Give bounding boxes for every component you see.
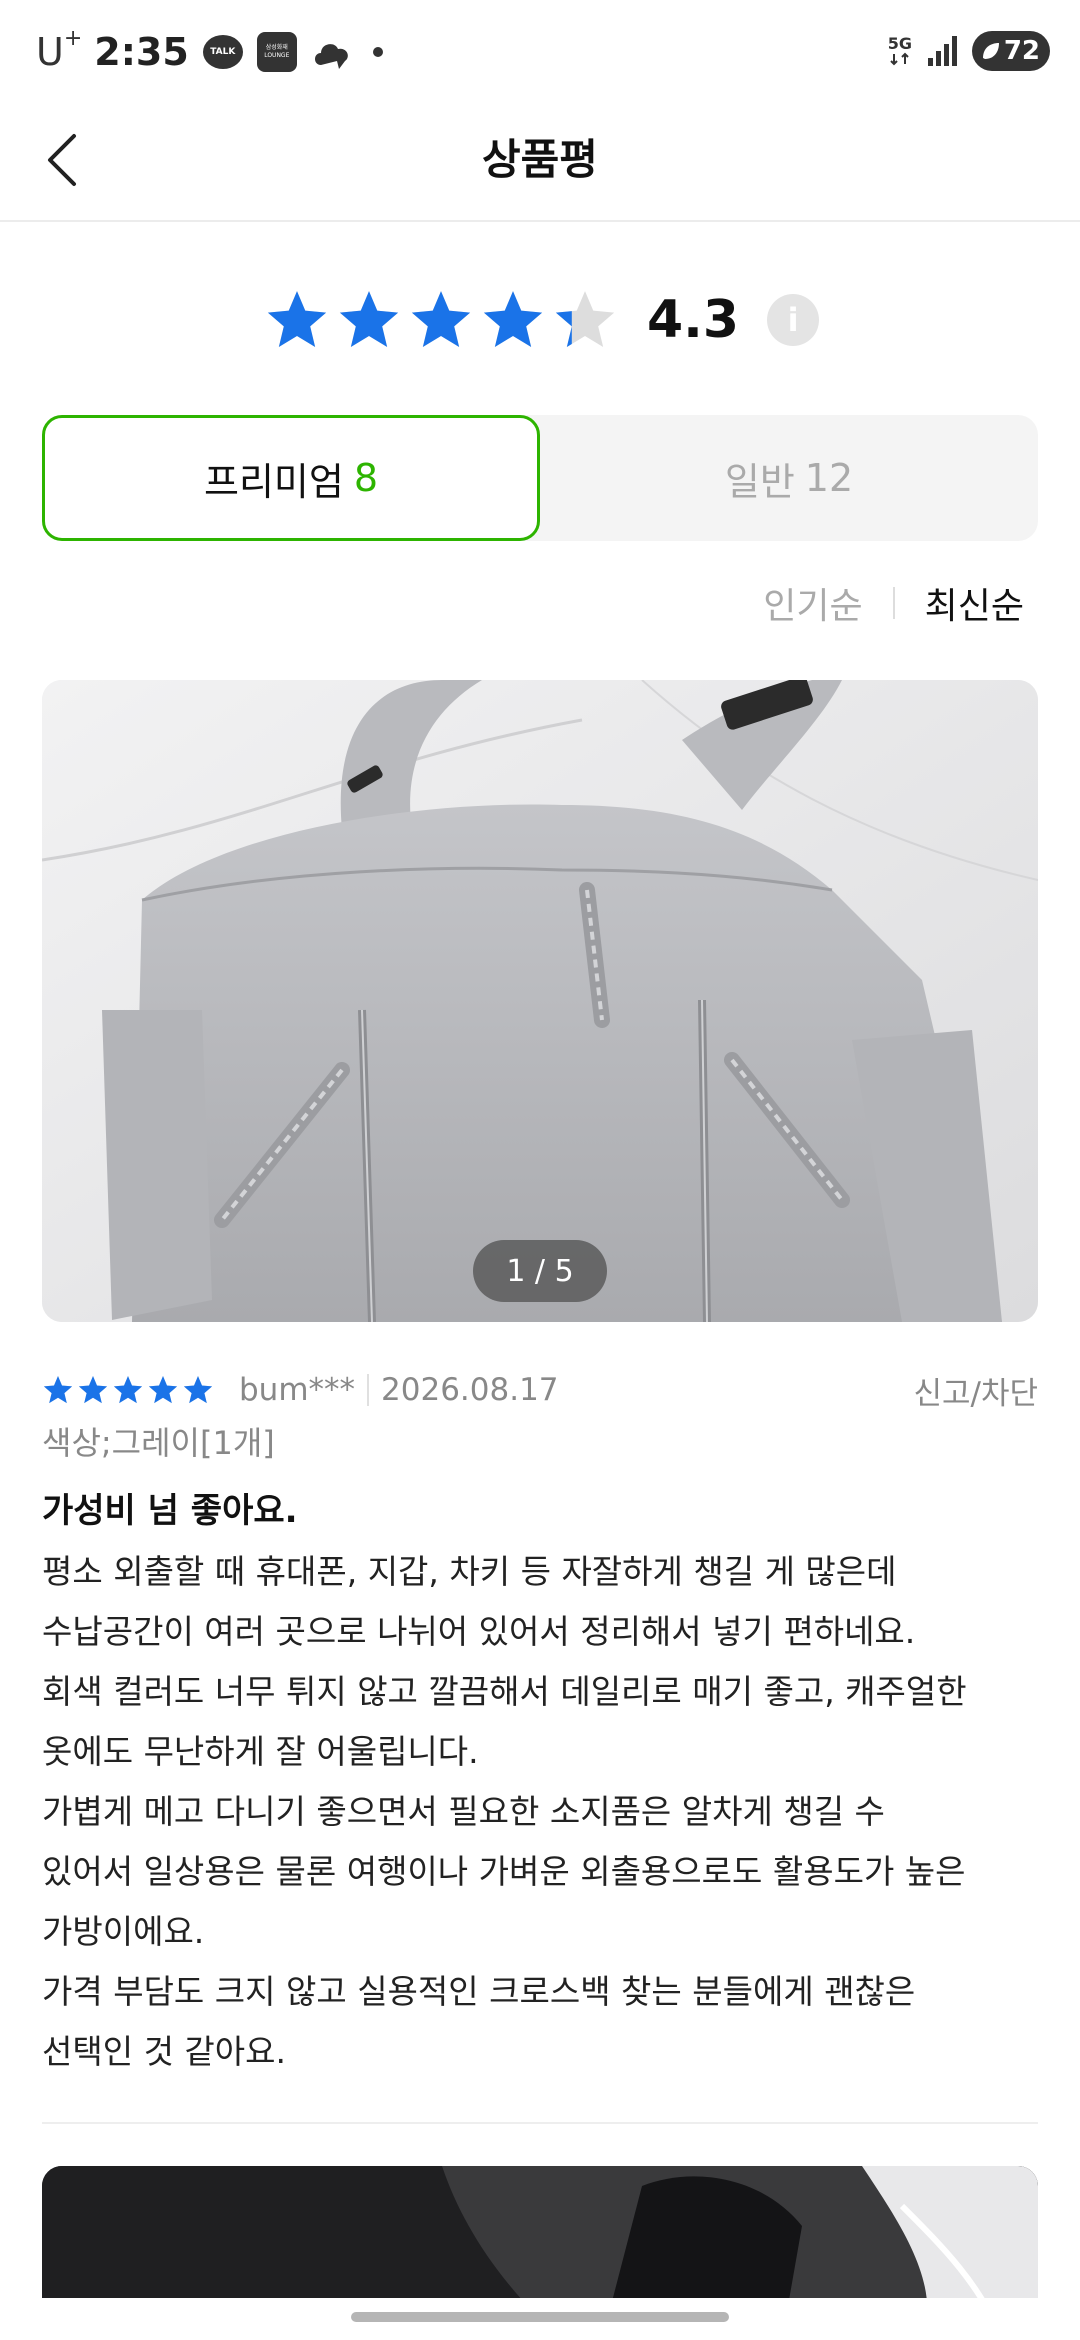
notification-dot-icon: [372, 47, 383, 57]
review-separator: [42, 2122, 1038, 2124]
reviewer-name: bum***: [239, 1372, 356, 1408]
review-body-line: 회색 컬러도 너무 튀지 않고 깔끔해서 데일리로 매기 좋고, 캐주얼한: [42, 1672, 967, 1711]
tab-general[interactable]: 일반 12: [540, 415, 1038, 541]
lounge-app-icon: 삼성화재 LOUNGE: [256, 32, 297, 72]
review-body-line: 평소 외출할 때 휴대폰, 지갑, 차키 등 자잘하게 챙길 게 많은데: [42, 1552, 897, 1591]
info-icon[interactable]: i: [767, 294, 820, 346]
sort-latest-button[interactable]: 최신순: [925, 577, 1024, 629]
status-bar: U+ 2:35 TALK 삼성화재 LOUNGE 5G 72: [0, 0, 1080, 100]
product-option: 색상;그레이[1개]: [42, 1424, 275, 1462]
tab-premium-label: 프리미엄: [203, 459, 344, 504]
battery-indicator: 72: [972, 31, 1050, 71]
network-5g-icon: 5G: [888, 36, 912, 66]
review-star-icon: [148, 1376, 178, 1404]
review-star-icon: [113, 1376, 143, 1404]
review-body-line: 가볍게 메고 다니기 좋으면서 필요한 소지품은 알차게 챙길 수: [42, 1792, 885, 1831]
page-title: 상품평: [482, 135, 598, 184]
header: 상품평: [0, 100, 1080, 222]
rating-star-icon: [555, 291, 615, 347]
review-title: 가성비 넘 좋아요.: [42, 1491, 298, 1531]
sort-options: 인기순 최신순: [763, 575, 1024, 631]
review-star-icon: [183, 1376, 213, 1404]
tab-premium[interactable]: 프리미엄 8: [42, 415, 540, 541]
review-body-line: 있어서 일상용은 물론 여행이나 가벼운 외출용으로도 활용도가 높은: [42, 1852, 966, 1891]
rating-star-icon: [267, 291, 327, 347]
review-body-line: 수납공간이 여러 곳으로 나뉘어 있어서 정리해서 넣기 편하네요.: [42, 1612, 916, 1651]
tab-premium-count: 8: [353, 456, 379, 500]
carrier-label: U+: [36, 26, 83, 74]
gesture-area: [0, 2298, 1080, 2340]
rating-value: 4.3: [646, 290, 740, 350]
review-type-tabs: 프리미엄 8 일반 12: [42, 415, 1038, 541]
status-left: U+ 2:35 TALK 삼성화재 LOUNGE: [36, 24, 383, 80]
rating-star-icon: [483, 291, 543, 347]
sort-popular-button[interactable]: 인기순: [763, 577, 862, 629]
photo-counter: 1 / 5: [473, 1240, 607, 1302]
rating-star-icon: [339, 291, 399, 347]
sort-divider: [892, 587, 895, 619]
review-star-icon: [43, 1376, 73, 1404]
review-date: 2026.08.17: [381, 1372, 559, 1408]
signal-icon: [926, 34, 960, 68]
tab-general-count: 12: [804, 456, 854, 500]
rating-stars: [261, 287, 621, 353]
review-body-line: 선택인 것 같아요.: [42, 2032, 286, 2071]
rating-summary: 4.3 i: [0, 270, 1080, 370]
kakaotalk-icon: TALK: [202, 35, 243, 69]
clock: 2:35: [94, 30, 189, 74]
review-meta: bum*** 2026.08.17 신고/차단: [42, 1365, 1038, 1415]
review-photo[interactable]: 1 / 5: [42, 680, 1038, 1322]
review-star-icon: [78, 1376, 108, 1404]
review-body-line: 가방이에요.: [42, 1912, 205, 1951]
review-stars: [42, 1374, 217, 1406]
rating-star-icon: [411, 291, 471, 347]
review-body-line: 가격 부담도 크지 않고 실용적인 크로스백 찾는 분들에게 괜찮은: [42, 1972, 916, 2011]
review-body: 평소 외출할 때 휴대폰, 지갑, 차키 등 자잘하게 챙길 게 많은데수납공간…: [42, 1542, 1038, 2082]
report-block-button[interactable]: 신고/차단: [913, 1368, 1038, 1413]
screen: U+ 2:35 TALK 삼성화재 LOUNGE 5G 72 상품평 4.3 i…: [0, 0, 1080, 2340]
home-gesture-bar[interactable]: [351, 2312, 729, 2322]
status-right: 5G 72: [888, 26, 1050, 76]
review-body-line: 옷에도 무난하게 잘 어울립니다.: [42, 1732, 479, 1771]
meta-divider: [367, 1374, 370, 1406]
bag-photo-image: [42, 680, 1038, 1322]
tab-general-label: 일반: [724, 459, 795, 504]
cloud-icon: [311, 35, 353, 69]
